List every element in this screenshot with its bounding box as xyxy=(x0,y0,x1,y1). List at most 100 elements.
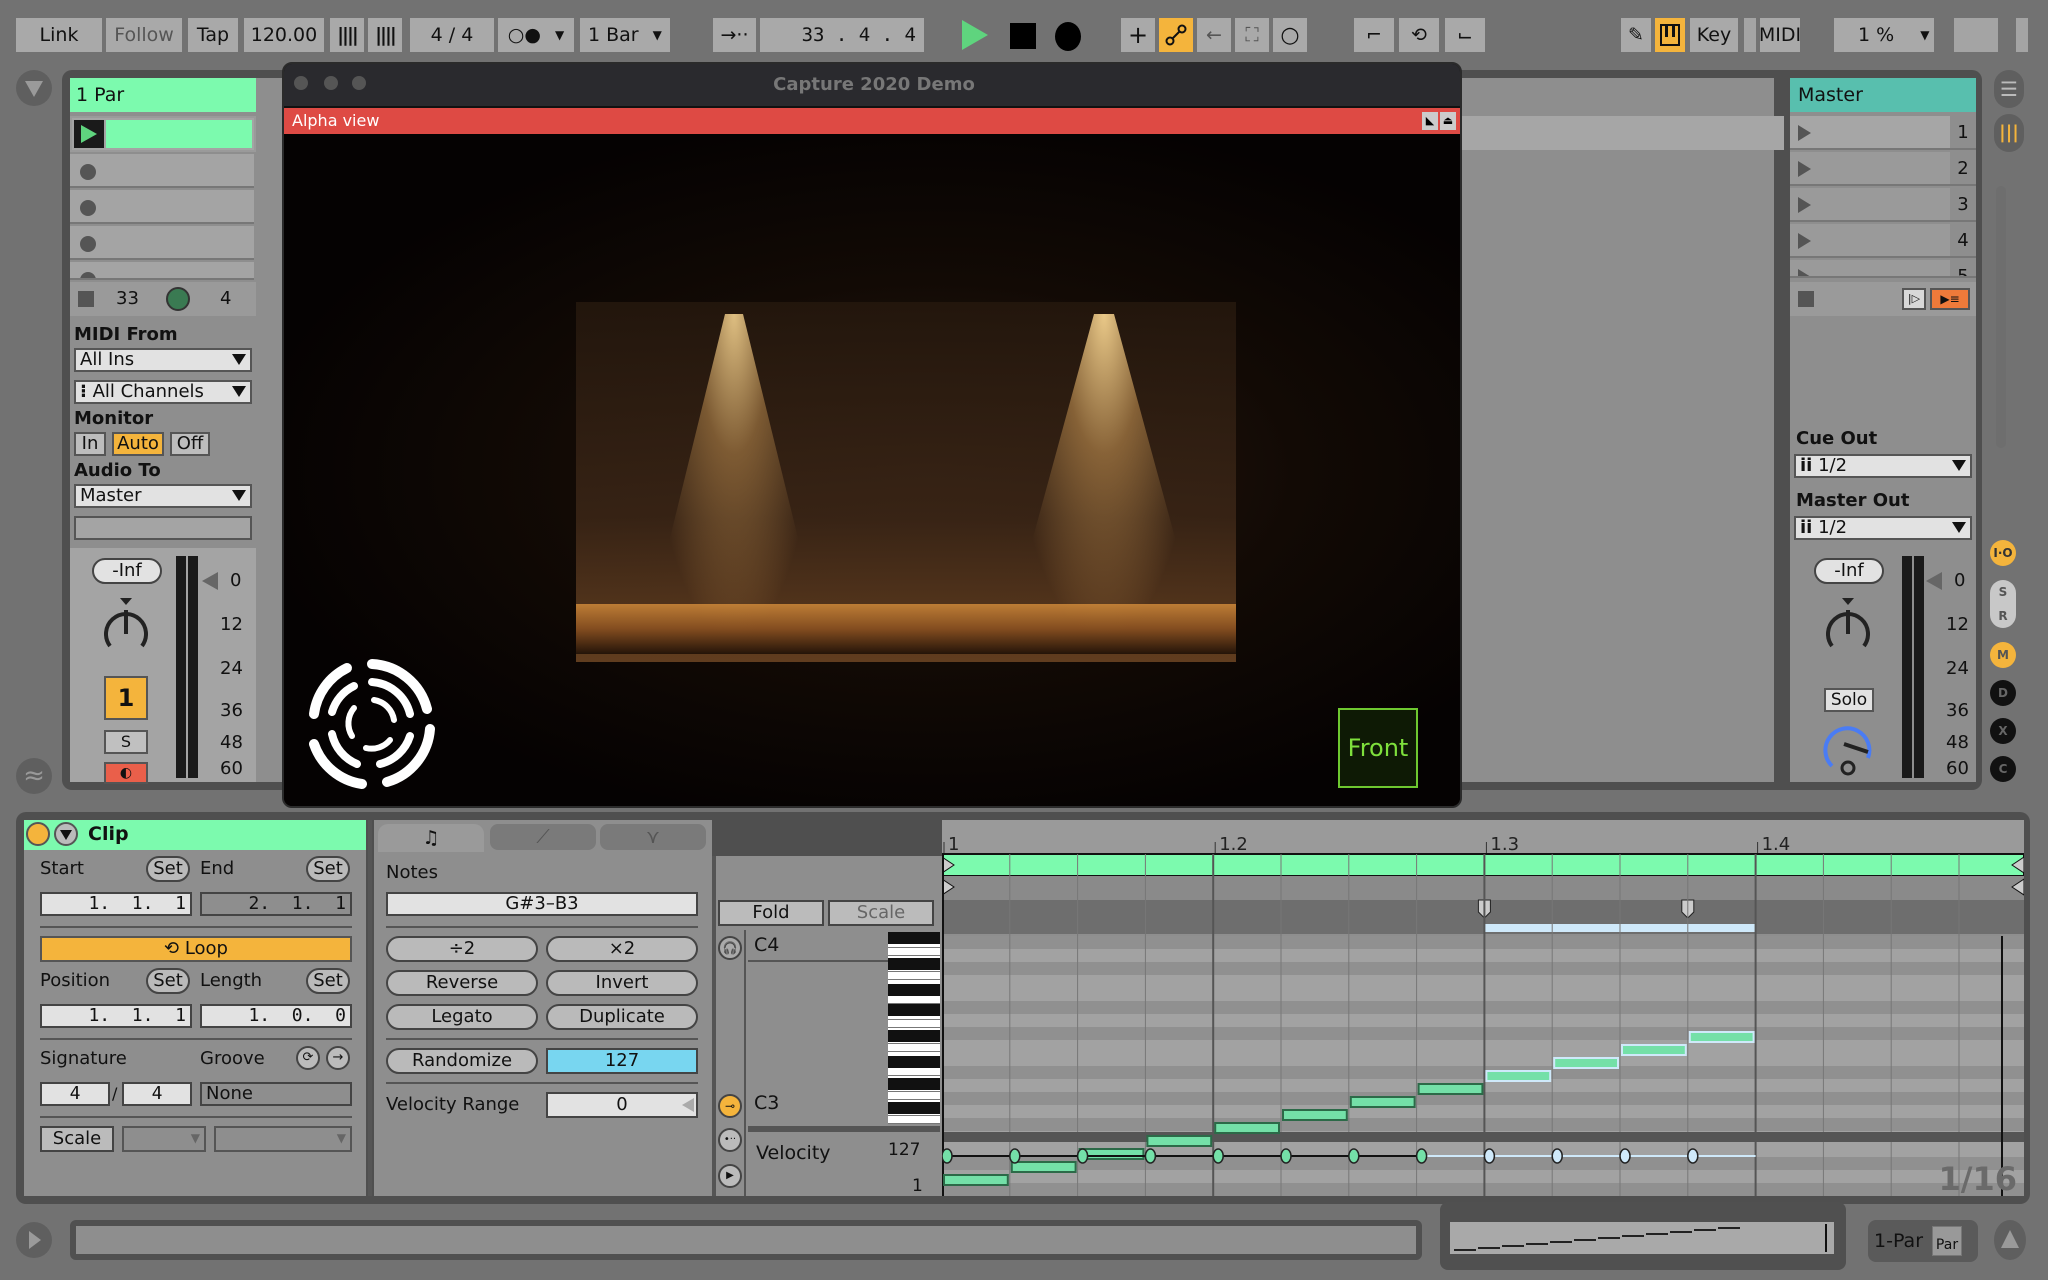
menu-icon[interactable]: ☰ xyxy=(1994,70,2024,108)
browser-toggle[interactable] xyxy=(16,70,52,106)
track-activator-button[interactable]: 1 xyxy=(104,676,148,720)
piano-key[interactable] xyxy=(888,1116,940,1124)
monitor-auto-button[interactable]: Auto xyxy=(112,432,164,456)
quantization-select[interactable]: 1 Bar ▼ xyxy=(580,18,670,52)
info-view-toggle[interactable] xyxy=(16,1222,52,1258)
mixer-section-toggle-m[interactable]: M xyxy=(1990,642,2016,668)
clip-overview[interactable] xyxy=(1450,1222,1834,1254)
session-record-icon[interactable]: ○ xyxy=(1273,18,1307,52)
solo-button[interactable]: S xyxy=(104,730,148,754)
record-button[interactable] xyxy=(1055,22,1081,51)
play-button[interactable] xyxy=(962,20,988,50)
clip-slot-playing[interactable] xyxy=(70,116,256,152)
midi-map-button[interactable]: MIDI xyxy=(1759,18,1801,52)
nudge-up-icon[interactable]: |||| xyxy=(368,18,402,52)
loop-button[interactable]: ⟲ Loop xyxy=(40,936,352,962)
signature-numerator[interactable]: 4 xyxy=(40,1082,110,1106)
scale-root-select[interactable]: ▼ xyxy=(122,1126,206,1152)
piano-keys-icon[interactable] xyxy=(1655,18,1685,52)
piano-key[interactable] xyxy=(888,1068,940,1076)
piano-key[interactable] xyxy=(888,1092,940,1100)
groove-hotswap-icon[interactable]: → xyxy=(326,1046,350,1070)
piano-key-black[interactable] xyxy=(888,932,940,944)
duplicate-button[interactable]: Duplicate xyxy=(546,1004,698,1030)
clip-slot[interactable] xyxy=(70,226,254,260)
track-selector[interactable]: 1-Par Par xyxy=(1868,1220,1978,1262)
legato-button[interactable]: Legato xyxy=(386,1004,538,1030)
device-thumbnail[interactable]: Par xyxy=(1932,1226,1962,1256)
stop-all-clips-icon[interactable] xyxy=(1798,291,1814,307)
tap-tempo-button[interactable]: Tap xyxy=(188,18,238,52)
clip-launch-button[interactable] xyxy=(74,120,104,148)
end-field[interactable]: 2. 1. 1 xyxy=(200,892,352,916)
position-set-button[interactable]: Set xyxy=(146,968,190,994)
master-header[interactable]: Master xyxy=(1790,78,1976,112)
scene-launch-5[interactable]: 5 xyxy=(1790,260,1976,278)
progress-knob[interactable] xyxy=(166,287,190,311)
tab-envelopes[interactable]: ⟋ xyxy=(490,824,596,850)
tab-notes[interactable]: ♫ xyxy=(378,824,484,852)
overdub-icon[interactable]: + xyxy=(1121,18,1155,52)
start-set-button[interactable]: Set xyxy=(146,856,190,882)
piano-key-black[interactable] xyxy=(888,984,940,996)
piano-key[interactable] xyxy=(888,1020,940,1028)
clip-activator-button[interactable] xyxy=(26,822,50,846)
piano-key[interactable] xyxy=(888,1044,940,1052)
automation-arm-icon[interactable] xyxy=(1159,18,1193,52)
arm-button[interactable]: ◐ xyxy=(104,762,148,784)
reverse-button[interactable]: Reverse xyxy=(386,970,538,996)
solo-cue-button[interactable]: Solo xyxy=(1824,688,1874,712)
midi-from-select[interactable]: All Ins xyxy=(74,348,252,372)
scene-launch-4[interactable]: 4 xyxy=(1790,224,1976,258)
velocity-lane-icon[interactable]: •·· xyxy=(718,1128,742,1152)
clip-bar[interactable] xyxy=(106,120,252,148)
mixer-section-toggle-d[interactable]: D xyxy=(1990,680,2016,706)
tab-mpe[interactable]: ⋎ xyxy=(600,824,706,850)
mixer-section-toggle-x[interactable]: X xyxy=(1990,718,2016,744)
key-map-button[interactable]: Key xyxy=(1690,18,1738,52)
track-header[interactable]: 1 Par xyxy=(70,78,256,112)
mixer-toggle-icon[interactable]: ||| xyxy=(1994,114,2024,152)
mixer-section-toggle-s[interactable]: S xyxy=(1990,580,2016,604)
length-set-button[interactable]: Set xyxy=(306,968,350,994)
mixer-section-toggle-r[interactable]: R xyxy=(1990,604,2016,628)
notes-range-field[interactable]: G#3–B3 xyxy=(386,892,698,916)
stop-clip-icon[interactable] xyxy=(78,291,94,307)
front-view-button[interactable]: Front xyxy=(1338,708,1418,788)
pencil-icon[interactable]: ✎ xyxy=(1621,18,1651,52)
commit-groove-icon[interactable]: ⟳ xyxy=(296,1046,320,1070)
vertical-scrollbar[interactable] xyxy=(1996,186,2006,448)
metronome-button[interactable]: ○● ▼ xyxy=(498,18,574,52)
clip-slot[interactable] xyxy=(70,262,254,280)
audio-to-channel-select[interactable] xyxy=(74,516,252,540)
piano-key-black[interactable] xyxy=(888,1004,940,1016)
tempo-field[interactable]: 120.00 xyxy=(244,18,324,52)
piano-key-black[interactable] xyxy=(888,1030,940,1042)
scale-button[interactable]: Scale xyxy=(40,1126,114,1152)
back-to-arrangement-icon[interactable]: ← xyxy=(1197,18,1231,52)
lane-toggle-icon[interactable]: ⊸ xyxy=(718,1094,742,1118)
punch-out-icon[interactable]: ⌙ xyxy=(1445,18,1485,52)
end-set-button[interactable]: Set xyxy=(306,856,350,882)
cue-out-select[interactable]: ii 1/2 xyxy=(1794,454,1972,478)
pan-knob-icon[interactable] xyxy=(98,598,154,658)
master-out-select[interactable]: ii 1/2 xyxy=(1794,516,1972,540)
clip-slot[interactable] xyxy=(70,190,254,224)
cue-volume-knob-icon[interactable] xyxy=(1820,720,1876,778)
track-volume-display[interactable]: -Inf xyxy=(92,558,162,584)
clip-slot[interactable] xyxy=(70,154,254,188)
nudge-down-icon[interactable]: |||| xyxy=(330,18,364,52)
eject-icon[interactable]: ⏏ xyxy=(1440,112,1456,130)
piano-key[interactable] xyxy=(888,996,940,1004)
preview-headphones-icon[interactable]: 🎧 xyxy=(718,936,742,960)
master-pan-knob-icon[interactable] xyxy=(1820,598,1876,658)
monitor-in-button[interactable]: In xyxy=(74,432,106,456)
scene-launch-2[interactable]: 2 xyxy=(1790,152,1976,186)
position-field[interactable]: 1. 1. 1 xyxy=(40,1004,192,1028)
volume-fader-handle[interactable] xyxy=(202,572,218,590)
monitor-off-button[interactable]: Off xyxy=(170,432,210,456)
groove-select[interactable]: None xyxy=(200,1082,352,1106)
piano-keyboard[interactable] xyxy=(888,932,940,1124)
scene-follow-icon[interactable]: |▷ xyxy=(1902,288,1926,310)
time-signature-field[interactable]: 4 / 4 xyxy=(410,18,494,52)
